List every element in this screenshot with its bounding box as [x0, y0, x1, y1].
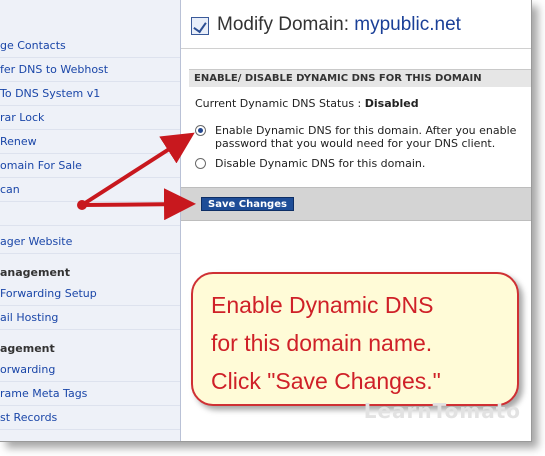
- sidebar-item-scan[interactable]: can: [0, 178, 180, 202]
- enable-radio[interactable]: [195, 125, 206, 136]
- sidebar-item-frame-meta-tags[interactable]: rame Meta Tags: [0, 382, 180, 406]
- sidebar-item-renew[interactable]: Renew: [0, 130, 180, 154]
- section-header: ENABLE/ DISABLE DYNAMIC DNS FOR THIS DOM…: [189, 69, 531, 87]
- divider: [181, 48, 531, 49]
- callout-line3: Click "Save Changes.": [211, 368, 441, 394]
- disable-radio[interactable]: [195, 158, 206, 169]
- sidebar-section-heading: agement: [0, 342, 55, 355]
- enable-option-label: Enable Dynamic DNS for this domain. Afte…: [215, 124, 516, 150]
- disable-option[interactable]: Disable Dynamic DNS for this domain.: [195, 157, 495, 171]
- sidebar: ge Contacts fer DNS to Webhost To DNS Sy…: [0, 0, 181, 441]
- status-label: Current Dynamic DNS Status :: [195, 97, 365, 110]
- page-title-prefix: Modify Domain:: [217, 14, 355, 35]
- callout-line1: Enable Dynamic DNS: [211, 292, 434, 318]
- sidebar-item-forwarding-setup[interactable]: Forwarding Setup: [0, 282, 180, 306]
- sidebar-item-email-hosting[interactable]: ail Hosting: [0, 306, 180, 330]
- sidebar-item-transfer-dns[interactable]: fer DNS to Webhost: [0, 58, 180, 82]
- edit-icon: [191, 17, 209, 35]
- dynamic-dns-status: Current Dynamic DNS Status : Disabled: [195, 97, 419, 110]
- sidebar-item-blank[interactable]: [0, 202, 180, 226]
- sidebar-item-domain-for-sale[interactable]: omain For Sale: [0, 154, 180, 178]
- save-changes-button[interactable]: Save Changes: [201, 197, 294, 211]
- domain-name: mypublic.net: [354, 14, 461, 35]
- sidebar-section-heading: anagement: [0, 266, 71, 279]
- enable-option-line1: Enable Dynamic DNS for this domain. Afte…: [215, 124, 517, 137]
- sidebar-item-manager-website[interactable]: ager Website: [0, 230, 180, 254]
- instruction-callout: Enable Dynamic DNS for this domain name.…: [191, 272, 519, 406]
- page-title: Modify Domain: mypublic.net: [217, 14, 461, 36]
- sidebar-item-registrar-lock[interactable]: rar Lock: [0, 106, 180, 130]
- enable-option-line2: password that you would need for your DN…: [215, 137, 496, 150]
- sidebar-item-host-records[interactable]: st Records: [0, 406, 180, 430]
- enable-option[interactable]: Enable Dynamic DNS for this domain. Afte…: [195, 124, 531, 154]
- sidebar-item-contacts[interactable]: ge Contacts: [0, 34, 180, 58]
- callout-line2: for this domain name.: [211, 330, 433, 356]
- sidebar-item-forwarding[interactable]: orwarding: [0, 358, 180, 382]
- action-bar: Save Changes: [181, 187, 531, 221]
- watermark-logo: LearnTomato: [363, 399, 521, 423]
- status-value: Disabled: [364, 97, 419, 110]
- sidebar-item-dns-system[interactable]: To DNS System v1: [0, 82, 180, 106]
- screenshot-frame: ge Contacts fer DNS to Webhost To DNS Sy…: [0, 0, 532, 442]
- disable-option-label: Disable Dynamic DNS for this domain.: [215, 157, 426, 170]
